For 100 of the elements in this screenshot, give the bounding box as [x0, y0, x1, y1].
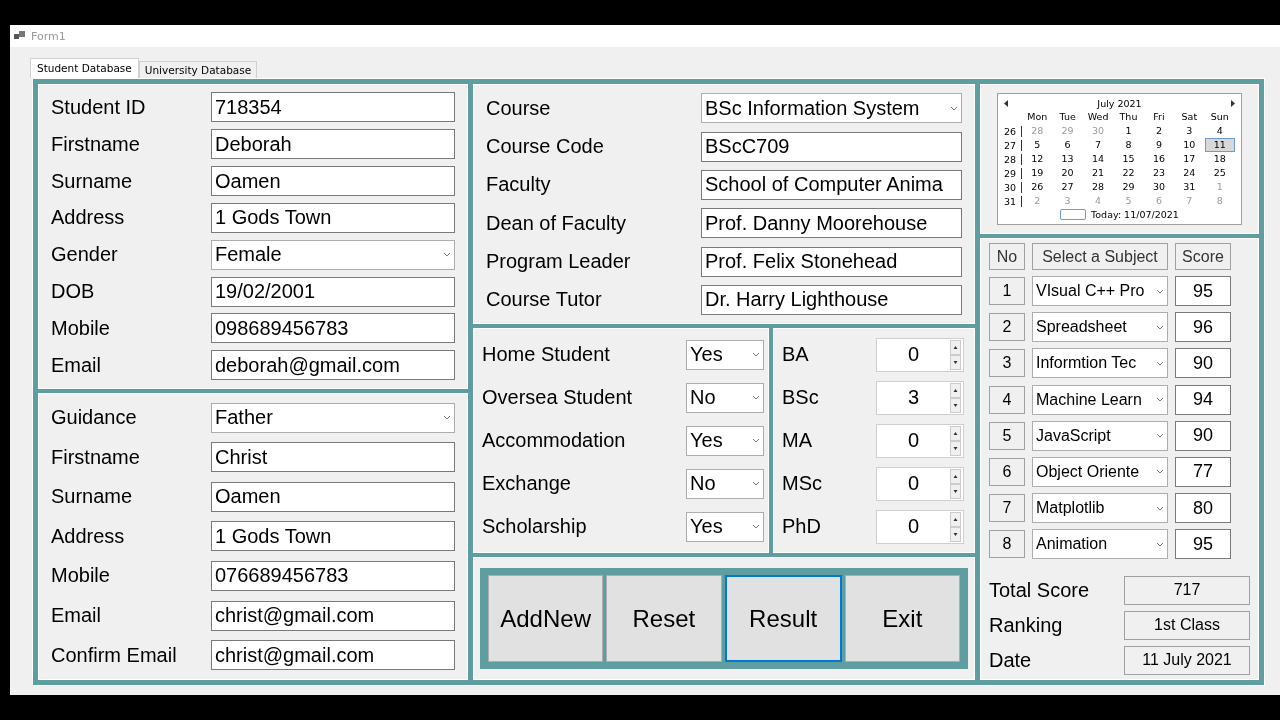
field-label: MA — [782, 429, 813, 453]
calendar-day[interactable]: 30 — [1143, 180, 1175, 194]
spinner-field[interactable]: 3 — [876, 380, 964, 415]
calendar-day[interactable]: 20 — [1052, 166, 1083, 180]
calendar-day[interactable]: 18 — [1204, 152, 1235, 166]
spinner-field[interactable]: 0 — [876, 509, 964, 544]
input-field[interactable]: 098689456783 — [211, 313, 455, 344]
result-value: 1st Class — [1124, 610, 1250, 640]
calendar-day[interactable]: 14 — [1082, 152, 1114, 166]
score-field[interactable]: 94 — [1175, 384, 1231, 415]
calendar-day[interactable]: 25 — [1204, 166, 1235, 180]
dropdown[interactable]: Female — [211, 239, 455, 270]
score-field[interactable]: 95 — [1175, 529, 1231, 560]
subject-dropdown[interactable]: Informtion Tec — [1032, 348, 1168, 379]
calendar-day[interactable]: 15 — [1113, 152, 1144, 166]
caret-icon — [1156, 541, 1164, 547]
spin-arrows-icon[interactable] — [950, 468, 961, 499]
calendar-day[interactable]: 9 — [1143, 138, 1175, 152]
input-field[interactable]: 076689456783 — [211, 560, 455, 591]
input-field[interactable]: Prof. Felix Stonehead — [701, 246, 962, 277]
action-button[interactable]: AddNew — [488, 575, 604, 662]
calendar-day[interactable]: 5 — [1022, 138, 1053, 152]
dropdown[interactable]: Father — [211, 402, 455, 433]
previous-icon[interactable] — [1004, 100, 1009, 107]
score-field[interactable]: 96 — [1175, 312, 1231, 343]
calendar-day[interactable]: 17 — [1174, 152, 1205, 166]
score-field[interactable]: 80 — [1175, 493, 1231, 524]
calendar-day[interactable]: 12 — [1022, 152, 1053, 166]
calendar-day[interactable]: 19 — [1022, 166, 1053, 180]
dropdown[interactable]: No — [686, 382, 764, 413]
spinner-field[interactable]: 0 — [876, 423, 964, 458]
caret-icon — [1156, 397, 1164, 403]
calendar-day[interactable]: 16 — [1143, 152, 1175, 166]
subject-dropdown[interactable]: Animation — [1032, 529, 1168, 560]
calendar-day[interactable]: 2 — [1143, 124, 1175, 138]
calendar-day[interactable]: 10 — [1174, 138, 1205, 152]
input-field[interactable]: Christ — [211, 442, 455, 473]
today-link[interactable]: Today: 11/07/2021 — [1091, 209, 1179, 220]
calendar-day[interactable]: 1 — [1113, 124, 1144, 138]
input-field[interactable]: 718354 — [211, 92, 455, 123]
action-button[interactable]: Reset — [606, 575, 722, 662]
tab[interactable]: Student Database — [30, 58, 139, 78]
input-field[interactable]: 1 Gods Town — [211, 521, 455, 552]
calendar-day[interactable]: 29 — [1113, 180, 1144, 194]
calendar-day[interactable]: 22 — [1113, 166, 1144, 180]
spin-arrows-icon[interactable] — [950, 339, 961, 370]
input-field[interactable]: Dr. Harry Lighthouse — [701, 284, 962, 315]
calendar-day[interactable]: 6 — [1052, 138, 1083, 152]
spinner-field[interactable]: 0 — [876, 466, 964, 501]
input-field[interactable]: 1 Gods Town — [211, 202, 455, 233]
calendar-day[interactable]: 24 — [1174, 166, 1205, 180]
calendar-day[interactable]: 31 — [1174, 180, 1205, 194]
input-field[interactable]: School of Computer Anima — [701, 169, 962, 200]
score-field[interactable]: 95 — [1175, 276, 1231, 307]
input-field[interactable]: Oamen — [211, 481, 455, 512]
dropdown[interactable]: Yes — [686, 511, 764, 542]
calendar-day[interactable]: 3 — [1174, 124, 1205, 138]
spinner-field[interactable]: 0 — [876, 337, 964, 372]
input-field[interactable]: christ@gmail.com — [211, 640, 455, 671]
action-button[interactable]: Exit — [844, 575, 960, 662]
calendar-day[interactable]: 28 — [1082, 180, 1114, 194]
calendar-day[interactable]: 8 — [1113, 138, 1144, 152]
subject-dropdown[interactable]: Object Oriente — [1032, 456, 1168, 487]
calendar-day[interactable]: 27 — [1052, 180, 1083, 194]
dropdown[interactable]: Yes — [686, 339, 764, 370]
input-field[interactable]: deborah@gmail.com — [211, 350, 455, 381]
next-icon[interactable] — [1230, 100, 1235, 107]
calendar-day[interactable]: 26 — [1022, 180, 1053, 194]
month-calendar[interactable]: July 2021 Mon Tue Wed Thu Fri Sat Sun 26 28 29 30 1 2 3 4 27 5 6 7 8 9 10 11 28 12 13 14 15 16 17 18 29 19 20 21 22 23 24 25 30 26 27 28 29 30 31 1 31 2 3 4 5 6 7 8 Today: 11/07/2021 — [997, 93, 1242, 225]
input-field[interactable]: Oamen — [211, 166, 455, 197]
subject-dropdown[interactable]: Machine Learn — [1032, 384, 1168, 415]
calendar-day[interactable]: 23 — [1143, 166, 1175, 180]
field-label: Surname — [51, 169, 134, 193]
calendar-day[interactable]: 4 — [1204, 124, 1235, 138]
input-field[interactable]: christ@gmail.com — [211, 600, 455, 631]
input-field[interactable]: 19/02/2001 — [211, 276, 455, 307]
score-field[interactable]: 90 — [1175, 348, 1231, 379]
calendar-day[interactable]: 11 — [1204, 138, 1235, 152]
action-button[interactable]: Result — [724, 575, 842, 662]
score-field[interactable]: 77 — [1175, 456, 1231, 487]
dropdown[interactable]: No — [686, 468, 764, 499]
field-label: Surname — [51, 485, 134, 509]
calendar-day[interactable]: 21 — [1082, 166, 1114, 180]
spin-arrows-icon[interactable] — [950, 511, 961, 542]
spin-arrows-icon[interactable] — [950, 425, 961, 456]
spin-arrows-icon[interactable] — [950, 382, 961, 413]
dropdown[interactable]: Yes — [686, 425, 764, 456]
score-field[interactable]: 90 — [1175, 420, 1231, 451]
subject-dropdown[interactable]: VIsual C++ Pro — [1032, 276, 1168, 307]
dropdown[interactable]: BSc Information System — [701, 93, 962, 124]
calendar-day[interactable]: 7 — [1082, 138, 1114, 152]
input-field[interactable]: Prof. Danny Moorehouse — [701, 208, 962, 239]
caret-icon — [443, 252, 451, 258]
subject-dropdown[interactable]: Matplotlib — [1032, 493, 1168, 524]
tab[interactable]: University Database — [138, 61, 258, 78]
subject-dropdown[interactable]: Spreadsheet — [1032, 312, 1168, 343]
subject-dropdown[interactable]: JavaScript — [1032, 420, 1168, 451]
calendar-day[interactable]: 13 — [1052, 152, 1083, 166]
input-field[interactable]: Deborah — [211, 129, 455, 160]
input-field[interactable]: BScC709 — [701, 131, 962, 162]
